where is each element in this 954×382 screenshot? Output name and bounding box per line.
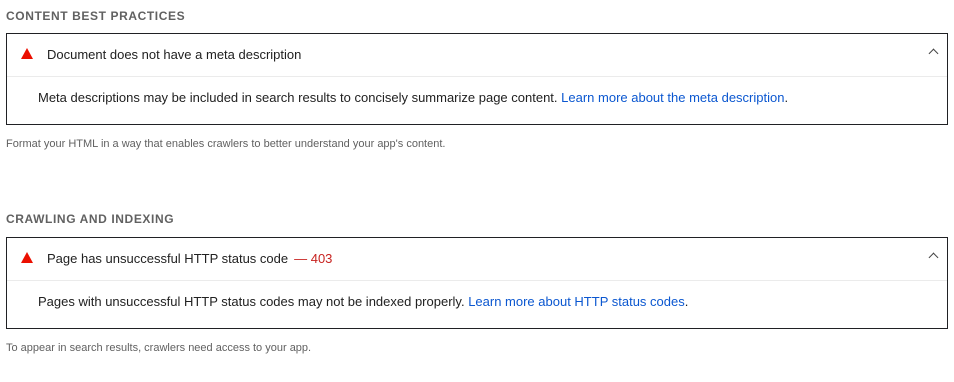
audit-title: Page has unsuccessful HTTP status code — …: [47, 251, 332, 266]
audit-description-text: Meta descriptions may be included in sea…: [38, 90, 562, 105]
section-title-content-best-practices: CONTENT BEST PRACTICES: [6, 9, 186, 23]
learn-more-link[interactable]: Learn more about the meta description: [561, 90, 784, 105]
audit-description: Pages with unsuccessful HTTP status code…: [7, 281, 947, 316]
fail-triangle-icon: [21, 252, 33, 263]
group-description: To appear in search results, crawlers ne…: [6, 342, 312, 354]
group-description: Format your HTML in a way that enables c…: [6, 138, 446, 150]
audit-display-value: — 403: [294, 251, 333, 266]
audit-http-status-code: Page has unsuccessful HTTP status code — …: [6, 237, 948, 329]
audit-title: Document does not have a meta descriptio…: [47, 47, 301, 62]
audit-description-text: Pages with unsuccessful HTTP status code…: [38, 294, 469, 309]
chevron-up-icon[interactable]: [928, 48, 939, 59]
audit-title-text: Document does not have a meta descriptio…: [47, 47, 302, 62]
learn-more-link[interactable]: Learn more about HTTP status codes: [468, 294, 685, 309]
chevron-up-icon[interactable]: [928, 252, 939, 263]
audit-description: Meta descriptions may be included in sea…: [7, 77, 947, 112]
audit-description-end: .: [784, 90, 789, 105]
audit-title-text: Page has unsuccessful HTTP status code: [47, 251, 289, 266]
audit-header[interactable]: Document does not have a meta descriptio…: [7, 34, 947, 77]
audit-header[interactable]: Page has unsuccessful HTTP status code — …: [7, 238, 947, 281]
section-title-crawling-and-indexing: CRAWLING AND INDEXING: [6, 212, 175, 226]
fail-triangle-icon: [21, 48, 33, 59]
audit-description-end: .: [684, 294, 689, 309]
audit-meta-description: Document does not have a meta descriptio…: [6, 33, 948, 125]
